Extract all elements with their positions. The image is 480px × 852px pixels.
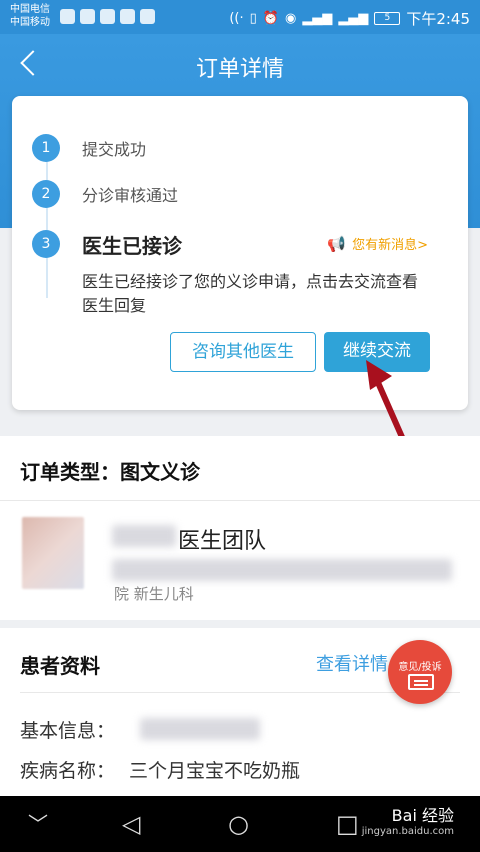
app-notification-icon: [60, 9, 75, 24]
disease-value: 三个月宝宝不吃奶瓶: [129, 760, 301, 782]
basic-info-label: 基本信息：: [20, 720, 116, 742]
doctor-info-row[interactable]: 医生团队 院 新生儿科: [0, 500, 480, 620]
redacted-hospital: [112, 559, 452, 581]
megaphone-icon: 📢: [327, 234, 347, 253]
status-description: 医生已经接诊了您的义诊申请，点击去交流查看医生回复: [82, 272, 419, 315]
watermark: Bai 经验 jingyan.baidu.com: [362, 802, 454, 837]
doctor-avatar: [22, 517, 84, 589]
watermark-url: jingyan.baidu.com: [361, 826, 454, 837]
app-notification-icon: [100, 9, 115, 24]
back-triangle-icon[interactable]: ◁: [122, 810, 140, 838]
new-message-link[interactable]: 📢 您有新消息>: [327, 234, 428, 254]
order-type-section: 订单类型：图文义诊: [0, 436, 480, 500]
carrier-2: 中国移动: [10, 17, 50, 28]
step-1-number: 1: [32, 134, 60, 162]
basic-info-row: 基本信息：: [20, 716, 115, 743]
divider: [20, 692, 460, 693]
eye-icon: ◉: [284, 11, 297, 26]
doctor-team-name: 医生团队: [178, 529, 267, 554]
hide-keyboard-icon[interactable]: ﹀: [28, 808, 48, 837]
watermark-brand: Bai 经验: [391, 806, 454, 825]
carrier-info: 中国电信 中国移动: [10, 3, 50, 29]
notification-icons: [60, 9, 155, 24]
patient-info-title: 患者资料: [20, 654, 100, 678]
app-notification-icon: [140, 9, 155, 24]
battery-icon: 5: [374, 12, 401, 25]
signal-icon: ▂▄▆: [338, 11, 369, 26]
clock: 下午2:45: [406, 10, 470, 28]
consult-other-doctor-button[interactable]: 咨询其他医生: [170, 332, 316, 372]
disease-row: 疾病名称： 三个月宝宝不吃奶瓶: [20, 756, 300, 783]
doctor-department: 院 新生儿科: [114, 585, 194, 603]
redacted-basic-info: [140, 718, 260, 740]
progress-line: [46, 148, 48, 298]
nfc-icon: ((·: [229, 11, 244, 26]
step-2-number: 2: [32, 180, 60, 208]
app-notification-icon: [120, 9, 135, 24]
recents-square-icon[interactable]: □: [336, 810, 359, 838]
feedback-complaint-button[interactable]: 意见/投诉: [388, 640, 452, 704]
view-details-link[interactable]: 查看详情: [316, 650, 388, 676]
android-nav-bar: ﹀ ◁ ○ □ Bai 经验 jingyan.baidu.com: [0, 796, 480, 852]
step-1-label: 提交成功: [82, 140, 147, 159]
step-3-label: 医生已接诊: [82, 234, 182, 258]
app-notification-icon: [80, 9, 95, 24]
step-3-number: 3: [32, 230, 60, 258]
step-2-label: 分诊审核通过: [82, 186, 179, 205]
vibrate-icon: ▯: [249, 11, 257, 26]
message-card-icon: [408, 674, 434, 690]
order-type-label: 订单类型：图文义诊: [20, 460, 200, 484]
page-title: 订单详情: [195, 57, 284, 82]
carrier-1: 中国电信: [10, 4, 50, 15]
redacted-name: [112, 525, 176, 547]
new-message-text: 您有新消息>: [352, 238, 428, 253]
status-bar: 中国电信 中国移动 ((· ▯ ⏰ ◉ ▂▄▆ ▂▄▆ 5 下午2:45: [0, 0, 480, 34]
feedback-label: 意见/投诉: [398, 662, 442, 673]
alarm-icon: ⏰: [262, 11, 279, 26]
home-circle-icon[interactable]: ○: [228, 810, 249, 838]
disease-label: 疾病名称：: [20, 760, 116, 782]
status-indicators: ((· ▯ ⏰ ◉ ▂▄▆ ▂▄▆ 5 下午2:45: [229, 8, 470, 29]
signal-icon: ▂▄▆: [302, 11, 333, 26]
